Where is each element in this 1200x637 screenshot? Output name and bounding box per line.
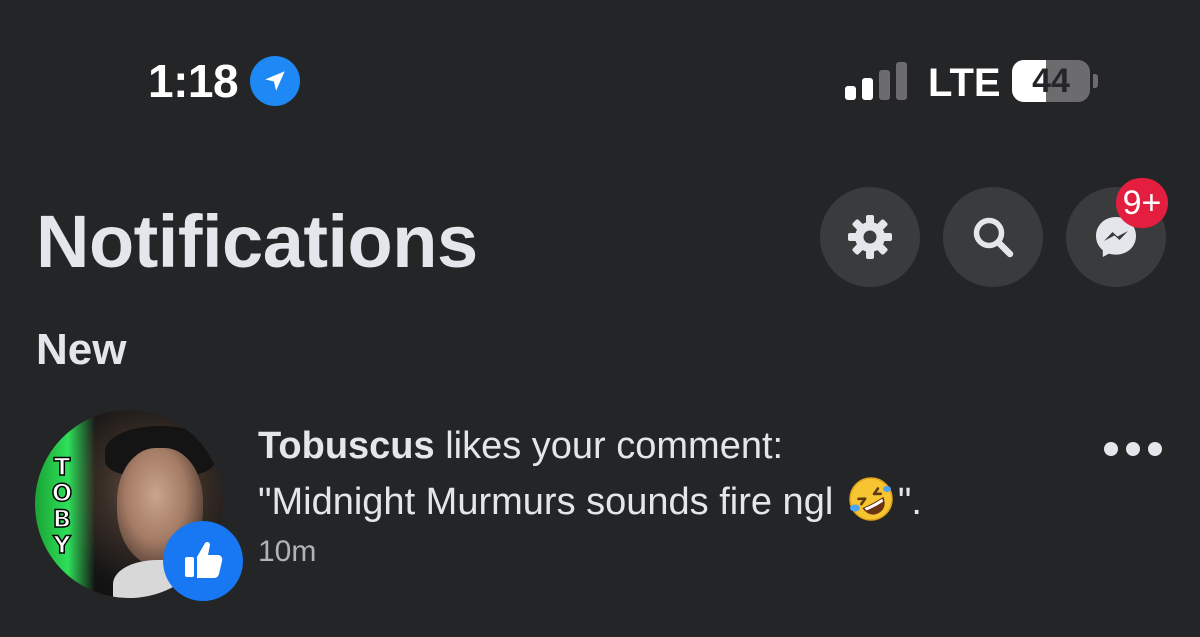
- more-options-button[interactable]: [1096, 430, 1172, 470]
- avatar-logo-letter: T: [53, 453, 71, 481]
- section-heading: New: [36, 325, 127, 374]
- rolling-on-the-floor-laughing-emoji: [846, 474, 896, 524]
- like-reaction-badge: [163, 521, 243, 601]
- battery-level: 44: [1032, 62, 1070, 100]
- signal-bar: [896, 62, 907, 100]
- battery-icon: 44: [1012, 60, 1098, 102]
- avatar-logo-letter: Y: [53, 531, 72, 559]
- messenger-badge: 9+: [1116, 178, 1168, 228]
- actor-name: Tobuscus: [258, 425, 435, 467]
- location-arrow-icon: [250, 56, 300, 106]
- notification-action: likes your comment:: [434, 425, 784, 467]
- signal-bar: [862, 78, 873, 100]
- signal-bar: [845, 86, 856, 100]
- more-icon: [1104, 442, 1118, 456]
- notification-time: 10m: [258, 535, 317, 568]
- notification-text[interactable]: Tobuscus likes your comment: "Midnight M…: [258, 418, 1088, 530]
- avatar-logo: TOBY: [46, 453, 78, 559]
- search-icon: [973, 217, 1014, 258]
- thumbs-up-icon: [185, 541, 223, 578]
- search-button[interactable]: [943, 187, 1043, 287]
- comment-quote-end: ".: [897, 481, 922, 523]
- avatar-logo-letter: B: [52, 505, 72, 533]
- page-title: Notifications: [36, 200, 478, 283]
- gear-icon: [848, 215, 892, 259]
- signal-bar: [879, 70, 890, 100]
- status-time: 1:18: [148, 55, 239, 107]
- network-type: LTE: [928, 61, 1001, 105]
- comment-quote: "Midnight Murmurs sounds fire ngl: [258, 481, 844, 523]
- avatar-logo-letter: O: [51, 479, 73, 507]
- settings-button[interactable]: [820, 187, 920, 287]
- signal-strength-icon: [845, 62, 907, 100]
